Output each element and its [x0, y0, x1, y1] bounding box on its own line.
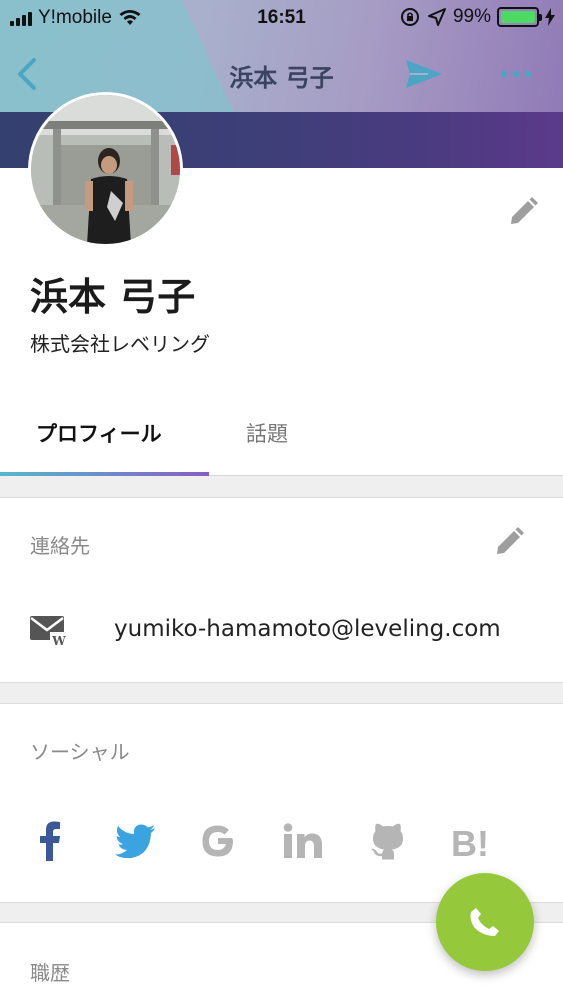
twitter-icon[interactable]	[113, 816, 157, 866]
career-section-title: 職歴	[30, 961, 70, 985]
phone-icon	[470, 908, 499, 936]
battery-icon	[497, 7, 542, 27]
hatena-bookmark-icon[interactable]: B!	[450, 816, 496, 866]
contact-section-title: 連絡先	[30, 534, 90, 558]
svg-text:W: W	[51, 634, 66, 648]
linkedin-icon[interactable]	[282, 816, 324, 866]
location-arrow-icon	[427, 8, 446, 26]
battery-percent: 99%	[452, 6, 491, 27]
avatar	[28, 92, 183, 247]
tab-profile[interactable]: プロフィール	[36, 418, 162, 448]
charging-bolt-icon	[545, 8, 555, 26]
paper-plane-icon[interactable]	[404, 56, 444, 92]
github-icon[interactable]	[368, 816, 408, 866]
profile-tabs: プロフィール 話題	[0, 398, 563, 476]
pencil-icon[interactable]	[493, 526, 525, 558]
avatar-photo	[31, 95, 180, 244]
pencil-icon[interactable]	[507, 196, 539, 228]
social-section-title: ソーシャル	[30, 740, 130, 764]
contact-section: 連絡先 W yumiko-hamamoto@leveling.com	[0, 497, 563, 683]
mail-icon: W	[30, 616, 68, 648]
profile-company: 株式会社レベリング	[30, 332, 210, 356]
call-button[interactable]	[436, 873, 534, 971]
facebook-icon[interactable]	[30, 816, 70, 866]
profile-name: 浜本 弓子	[30, 275, 196, 319]
status-bar: Y!mobile 16:51 99%	[0, 0, 563, 36]
svg-text:B!: B!	[451, 824, 489, 858]
nav-title: 浜本 弓子	[229, 64, 334, 92]
active-tab-indicator	[0, 472, 209, 476]
rotation-lock-icon	[400, 8, 419, 26]
google-icon[interactable]	[198, 816, 238, 866]
tab-topics[interactable]: 話題	[246, 418, 288, 448]
contact-email[interactable]: yumiko-hamamoto@leveling.com	[114, 616, 501, 642]
social-icons-row: B!	[0, 816, 563, 866]
more-dots-icon[interactable]	[496, 56, 536, 92]
